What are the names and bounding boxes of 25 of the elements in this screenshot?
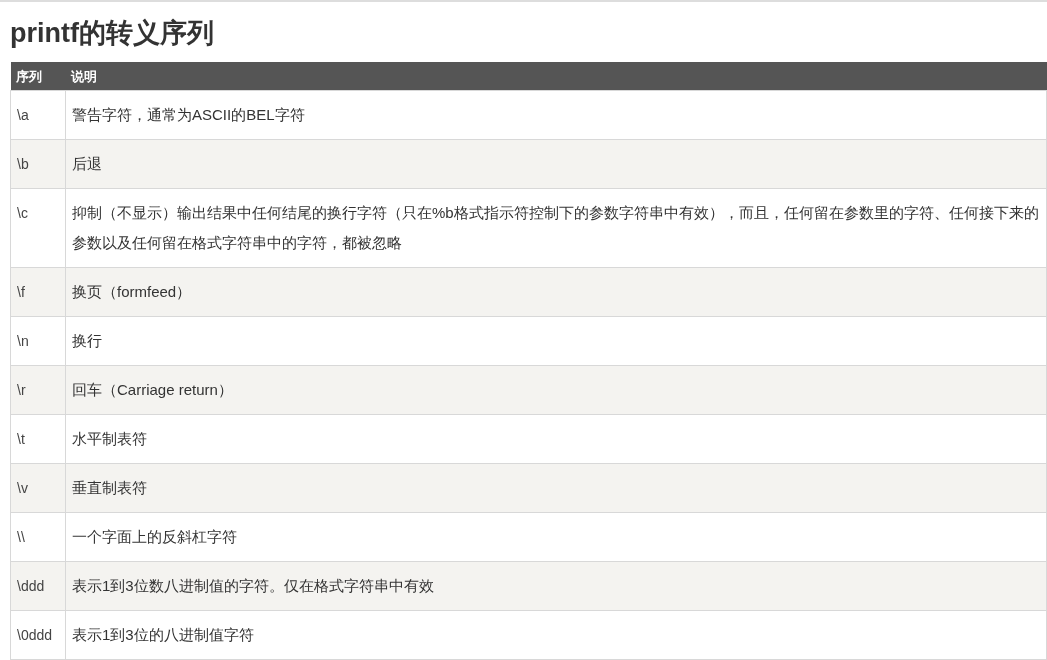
table-cell: \ddd (10, 561, 66, 611)
table-cell: \\ (10, 512, 66, 562)
table-cell: 表示1到3位的八进制值字符 (65, 610, 1047, 660)
table-cell: \b (10, 139, 66, 189)
table-cell: 一个字面上的反斜杠字符 (65, 512, 1047, 562)
column-header: 序列 (10, 62, 66, 91)
table-cell: 警告字符，通常为ASCII的BEL字符 (65, 90, 1047, 140)
table-cell: \0ddd (10, 610, 66, 660)
table-cell: \f (10, 267, 66, 317)
table-cell: \c (10, 188, 66, 268)
table-cell: \t (10, 414, 66, 464)
table-cell: 换行 (65, 316, 1047, 366)
table-cell: 垂直制表符 (65, 463, 1047, 513)
table-cell: 水平制表符 (65, 414, 1047, 464)
table-cell: 回车（Carriage return） (65, 365, 1047, 415)
table-cell: \v (10, 463, 66, 513)
column-header: 说明 (65, 62, 1047, 91)
table-cell: 后退 (65, 139, 1047, 189)
table-cell: 换页（formfeed） (65, 267, 1047, 317)
table-cell: 表示1到3位数八进制值的字符。仅在格式字符串中有效 (65, 561, 1047, 611)
table-cell: \n (10, 316, 66, 366)
table-cell: 抑制（不显示）输出结果中任何结尾的换行字符（只在%b格式指示符控制下的参数字符串中有效），而且，任何留在参数里的字符、任何接下来的参数以及任何留在格式字符串中的字符，都被忽略 (65, 188, 1047, 268)
table-cell: \a (10, 90, 66, 140)
page-title: printf的转义序列 (10, 17, 215, 50)
table-cell: \r (10, 365, 66, 415)
